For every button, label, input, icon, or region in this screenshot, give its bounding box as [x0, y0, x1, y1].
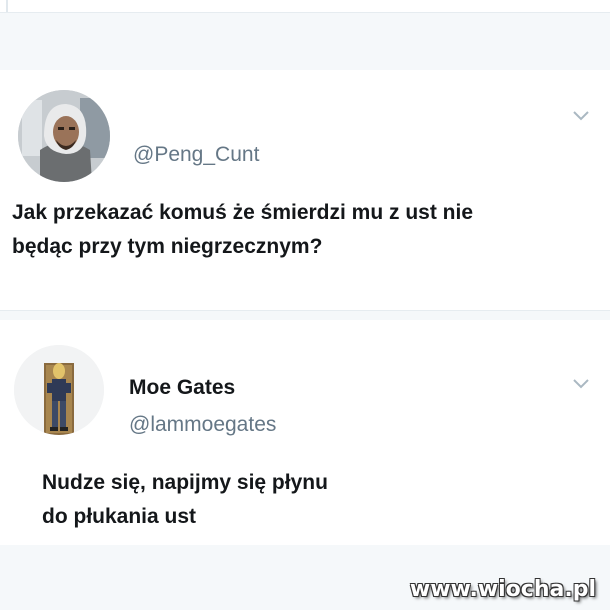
display-name[interactable]: Moe Gates [129, 376, 235, 400]
tweet-text-line: Jak przekazać komuś że śmierdzi mu z ust… [12, 201, 474, 224]
tweet-text-line: Nudze się, napijmy się płynu [42, 471, 328, 494]
top-left-edge [6, 0, 8, 12]
tweet-text: Jak przekazać komuś że śmierdzi mu z ust… [12, 196, 473, 264]
separator-top [0, 13, 610, 70]
chevron-down-icon[interactable] [572, 378, 590, 390]
chevron-down-icon[interactable] [572, 110, 590, 122]
user-handle[interactable]: @lammoegates [129, 413, 276, 437]
tweet-card[interactable]: Moe Gates @lammoegates Nudze się, napijm… [0, 320, 610, 545]
site-watermark: www.wiocha.pl [409, 577, 596, 602]
tweet-text-line: będąc przy tym niegrzecznym? [12, 235, 323, 258]
avatar-photo [18, 90, 110, 182]
tweet-text: Nudze się, napijmy się płynu do płukania… [42, 466, 328, 534]
tweet-text-line: do płukania ust [42, 505, 197, 528]
previous-tweet-bottom [0, 0, 610, 13]
avatar[interactable] [14, 345, 104, 435]
avatar-photo [14, 345, 104, 435]
tweet-card[interactable]: @Peng_Cunt Jak przekazać komuś że śmierd… [0, 70, 610, 310]
avatar[interactable] [18, 90, 110, 182]
user-handle[interactable]: @Peng_Cunt [133, 143, 259, 167]
